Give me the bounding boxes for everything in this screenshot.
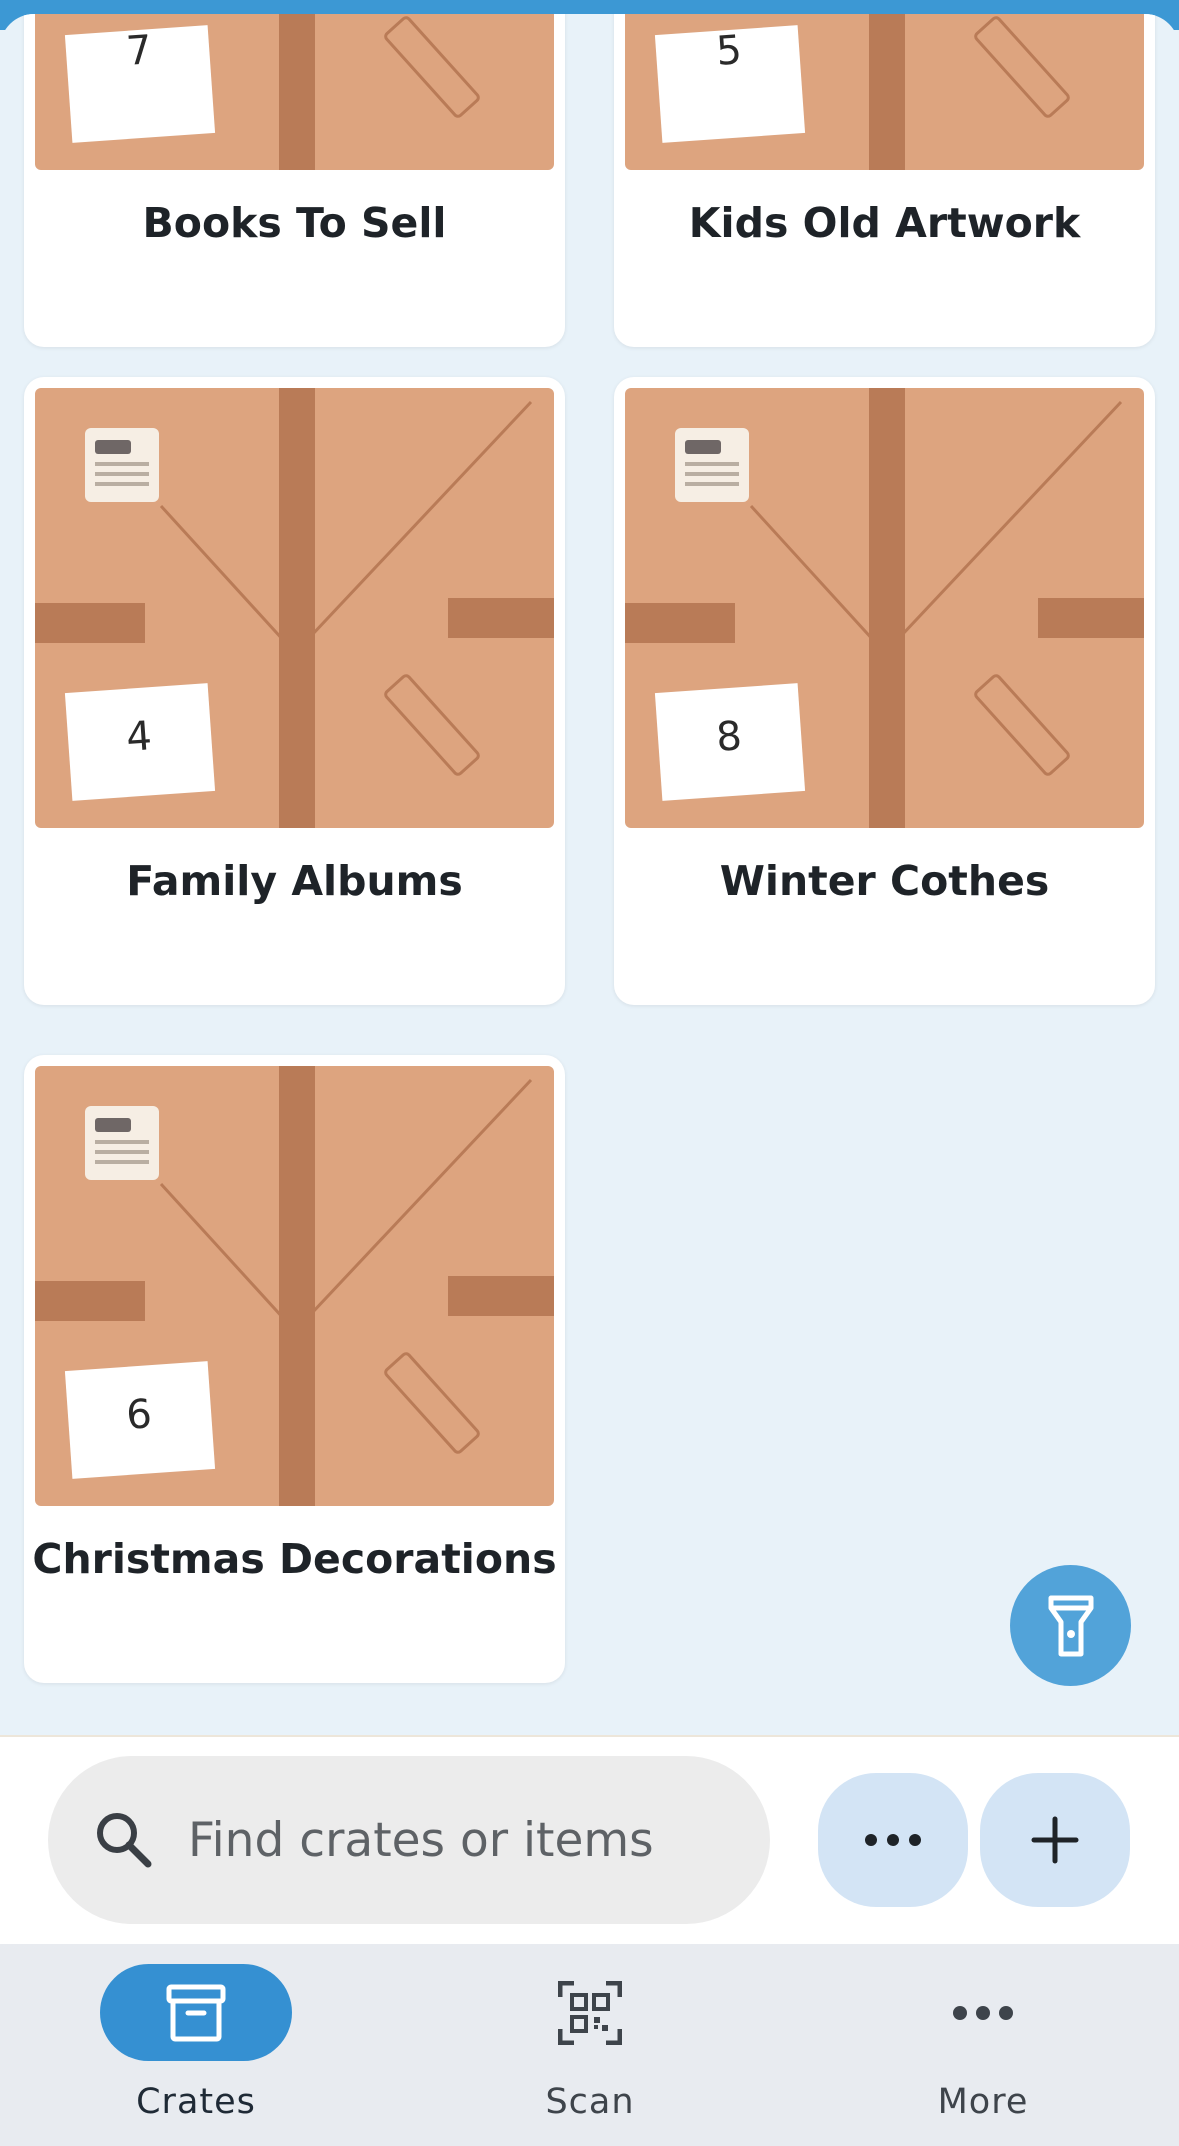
- crate-name: Books To Sell: [142, 199, 447, 247]
- search-icon: [97, 1813, 152, 1868]
- crate-number-label: 7: [124, 27, 154, 75]
- ellipsis-icon: [953, 2005, 1013, 2020]
- crate-image: [625, 388, 1144, 828]
- crate-grid[interactable]: Books To Sell Kids Old Artwork Family Al…: [0, 14, 1179, 1736]
- crate-name: Winter Cothes: [719, 857, 1050, 905]
- nav-item-scan[interactable]: Scan: [440, 1964, 740, 2134]
- search-input[interactable]: [188, 1812, 708, 1868]
- crate-image: [35, 388, 554, 828]
- crate-card[interactable]: Winter Cothes: [614, 377, 1155, 1005]
- bottom-navigation: Crates Scan More: [0, 1944, 1179, 2146]
- crate-card[interactable]: Christmas Decorations: [24, 1055, 565, 1683]
- crate-card[interactable]: Family Albums: [24, 377, 565, 1005]
- search-bar[interactable]: [48, 1756, 770, 1924]
- crate-name: Christmas Decorations: [32, 1535, 557, 1583]
- more-options-button[interactable]: [818, 1773, 968, 1907]
- archive-box-icon: [166, 1984, 226, 2041]
- plus-icon: [1031, 1816, 1079, 1864]
- flashlight-icon: [1048, 1595, 1093, 1656]
- crate-number-label: 8: [714, 713, 744, 761]
- nav-item-crates[interactable]: Crates: [46, 1964, 346, 2134]
- add-crate-button[interactable]: [980, 1773, 1130, 1907]
- nav-icon-holder: [887, 1964, 1079, 2061]
- nav-label: More: [937, 2082, 1029, 2122]
- crate-number-label: 5: [714, 27, 744, 75]
- crate-name: Kids Old Artwork: [688, 199, 1081, 247]
- crate-image: [35, 1066, 554, 1506]
- nav-icon-holder: [494, 1964, 686, 2061]
- nav-item-more[interactable]: More: [833, 1964, 1133, 2134]
- ellipsis-icon: [865, 1834, 921, 1846]
- crate-number-label: 4: [124, 713, 154, 761]
- crate-name: Family Albums: [126, 857, 463, 905]
- nav-active-indicator: [100, 1964, 292, 2061]
- flashlight-button[interactable]: [1010, 1565, 1131, 1686]
- nav-label: Crates: [136, 2082, 256, 2122]
- crate-number-label: 6: [124, 1391, 154, 1439]
- nav-label: Scan: [545, 2082, 635, 2122]
- qr-code-icon: [558, 1980, 622, 2045]
